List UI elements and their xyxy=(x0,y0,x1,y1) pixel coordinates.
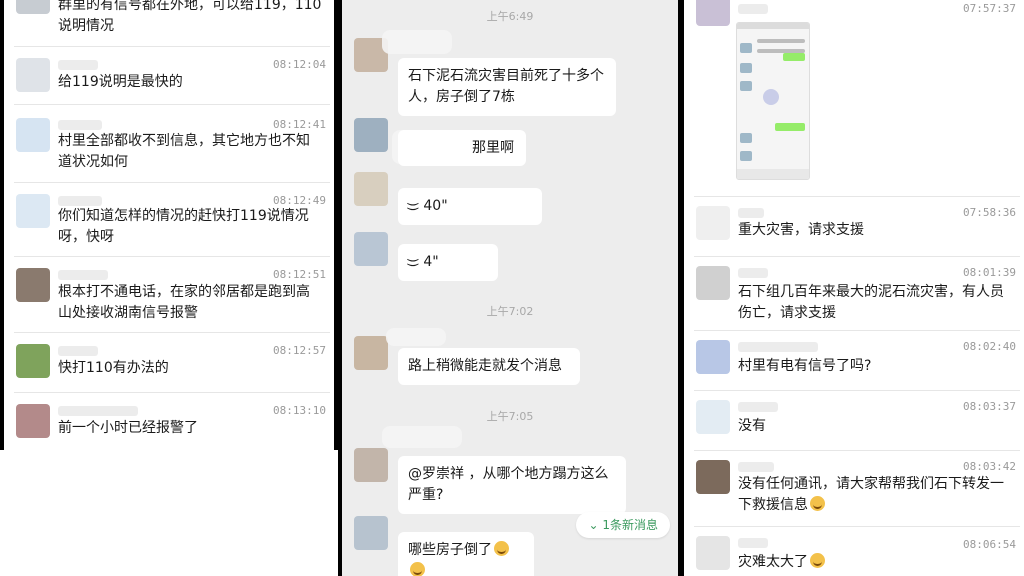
message-text: 那里啊 xyxy=(472,140,514,156)
double-chevron-down-icon: ⌄ xyxy=(588,518,599,532)
new-messages-button[interactable]: ⌄ 1条新消息 xyxy=(576,512,670,538)
avatar xyxy=(354,336,388,370)
avatar xyxy=(16,58,50,92)
avatar xyxy=(696,340,730,374)
avatar xyxy=(16,404,50,438)
crying-emoji-icon xyxy=(810,496,825,511)
message-time: 08:12:57 xyxy=(273,344,326,357)
crying-emoji-icon xyxy=(810,553,825,568)
message-text-body: 灾难太大了 xyxy=(738,554,808,570)
chat-history-panel-left: 群里的有信号都在外地，可以给119，110说明情况 08:12:04 给119说… xyxy=(0,0,338,576)
chat-timestamp: 上午7:02 xyxy=(486,305,534,318)
avatar xyxy=(354,448,388,482)
message-time: 08:12:41 xyxy=(273,118,326,131)
message-text: 村里全部都收不到信息，其它地方也不知道状况如何 xyxy=(58,133,310,170)
chat-panel-middle: 上午6:49 石下泥石流灾害目前死了十多个人，房子倒了7栋 那里啊 )) 40" … xyxy=(342,0,678,576)
message-bubble: 那里啊 xyxy=(398,130,526,166)
message-bubble: 石下泥石流灾害目前死了十多个人，房子倒了7栋 xyxy=(398,58,616,116)
avatar xyxy=(16,194,50,228)
collage: 群里的有信号都在外地，可以给119，110说明情况 08:12:04 给119说… xyxy=(0,0,1024,576)
message-text: 重大灾害，请求支援 xyxy=(738,222,864,238)
message-time: 08:01:39 xyxy=(963,266,1016,279)
message-bubble: 哪些房子倒了 xyxy=(398,532,534,576)
avatar xyxy=(696,536,730,570)
message-bubble: @罗崇祥 ，从哪个地方蹋方这么严重? xyxy=(398,456,626,514)
message-time: 08:03:42 xyxy=(963,460,1016,473)
message-time: 08:03:37 xyxy=(963,400,1016,413)
message-time: 07:58:36 xyxy=(963,206,1016,219)
message-time: 08:02:40 xyxy=(963,340,1016,353)
avatar xyxy=(354,118,388,152)
chat-history-panel-right: 07:57:37 07:58:36 重大灾害，请求支援 08:01:39 石下组… xyxy=(684,0,1024,576)
voice-icon: )) xyxy=(406,201,421,212)
message-text: 群里的有信号都在外地，可以给119，110说明情况 xyxy=(58,0,322,34)
message-text: 给119说明是最快的 xyxy=(58,74,183,90)
crying-emoji-icon xyxy=(494,541,509,556)
message-text-body: 没有任何通讯，请大家帮帮我们石下转发一下救援信息 xyxy=(738,476,1004,513)
message-text: 快打110有办法的 xyxy=(58,360,169,376)
message-time: 07:57:37 xyxy=(963,2,1016,15)
avatar xyxy=(696,0,730,26)
chat-timestamp: 上午6:49 xyxy=(486,10,534,23)
voice-message[interactable]: )) 4" xyxy=(398,244,498,281)
avatar xyxy=(16,118,50,152)
message-bubble: 路上稍微能走就发个消息 xyxy=(398,348,580,385)
message-text: 石下组几百年来最大的泥石流灾害，有人员伤亡，请求支援 xyxy=(738,284,1004,321)
avatar xyxy=(354,172,388,206)
avatar xyxy=(16,268,50,302)
message-text: 村里有电有信号了吗? xyxy=(738,358,872,374)
message-text: 没有 xyxy=(738,418,766,434)
avatar xyxy=(696,206,730,240)
avatar xyxy=(16,344,50,378)
avatar xyxy=(354,516,388,550)
message-text: 灾难太大了 xyxy=(738,552,1008,573)
avatar xyxy=(16,0,50,14)
message-text: 没有任何通讯，请大家帮帮我们石下转发一下救援信息 xyxy=(738,474,1008,516)
message-time: 08:12:04 xyxy=(273,58,326,71)
message-text: 哪些房子倒了 xyxy=(408,542,492,558)
new-messages-label: 1条新消息 xyxy=(602,518,658,532)
avatar xyxy=(696,460,730,494)
avatar xyxy=(696,266,730,300)
voice-icon: )) xyxy=(406,257,421,268)
message-text: 前一个小时已经报警了 xyxy=(58,420,198,436)
screenshot-image[interactable] xyxy=(736,22,810,180)
voice-duration: 40" xyxy=(423,198,448,214)
chat-timestamp: 上午7:05 xyxy=(486,410,534,423)
avatar xyxy=(354,232,388,266)
crying-emoji-icon xyxy=(410,562,425,576)
voice-message[interactable]: )) 40" xyxy=(398,188,542,225)
message-time: 08:12:51 xyxy=(273,268,326,281)
avatar xyxy=(696,400,730,434)
message-time: 08:13:10 xyxy=(273,404,326,417)
message-time: 08:06:54 xyxy=(963,538,1016,551)
voice-duration: 4" xyxy=(423,254,439,270)
message-text: 你们知道怎样的情况的赶快打119说情况呀，快呀 xyxy=(58,208,309,245)
message-text: 根本打不通电话，在家的邻居都是跑到高山处接收湖南信号报警 xyxy=(58,284,310,321)
